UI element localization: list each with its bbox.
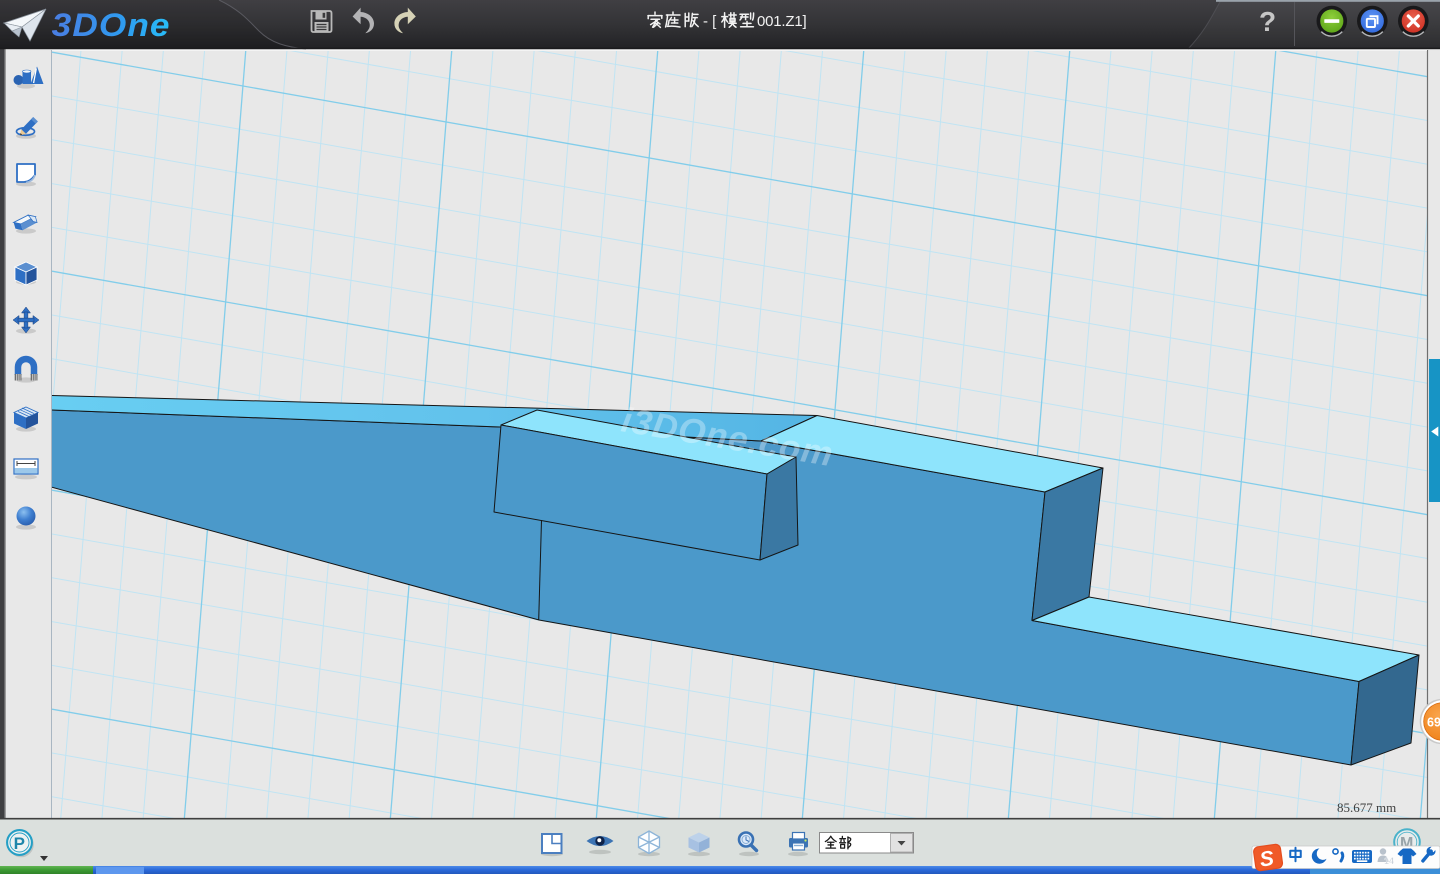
svg-text:3DOne: 3DOne xyxy=(52,8,171,43)
svg-text:001.Z1]: 001.Z1] xyxy=(757,13,806,30)
svg-text:- [: - [ xyxy=(703,13,717,30)
svg-text:14: 14 xyxy=(1384,856,1394,866)
svg-text:P: P xyxy=(14,834,25,853)
svg-text:?: ? xyxy=(1259,6,1276,37)
svg-text:69: 69 xyxy=(1427,716,1440,730)
svg-text:85.677 mm: 85.677 mm xyxy=(1337,800,1396,815)
